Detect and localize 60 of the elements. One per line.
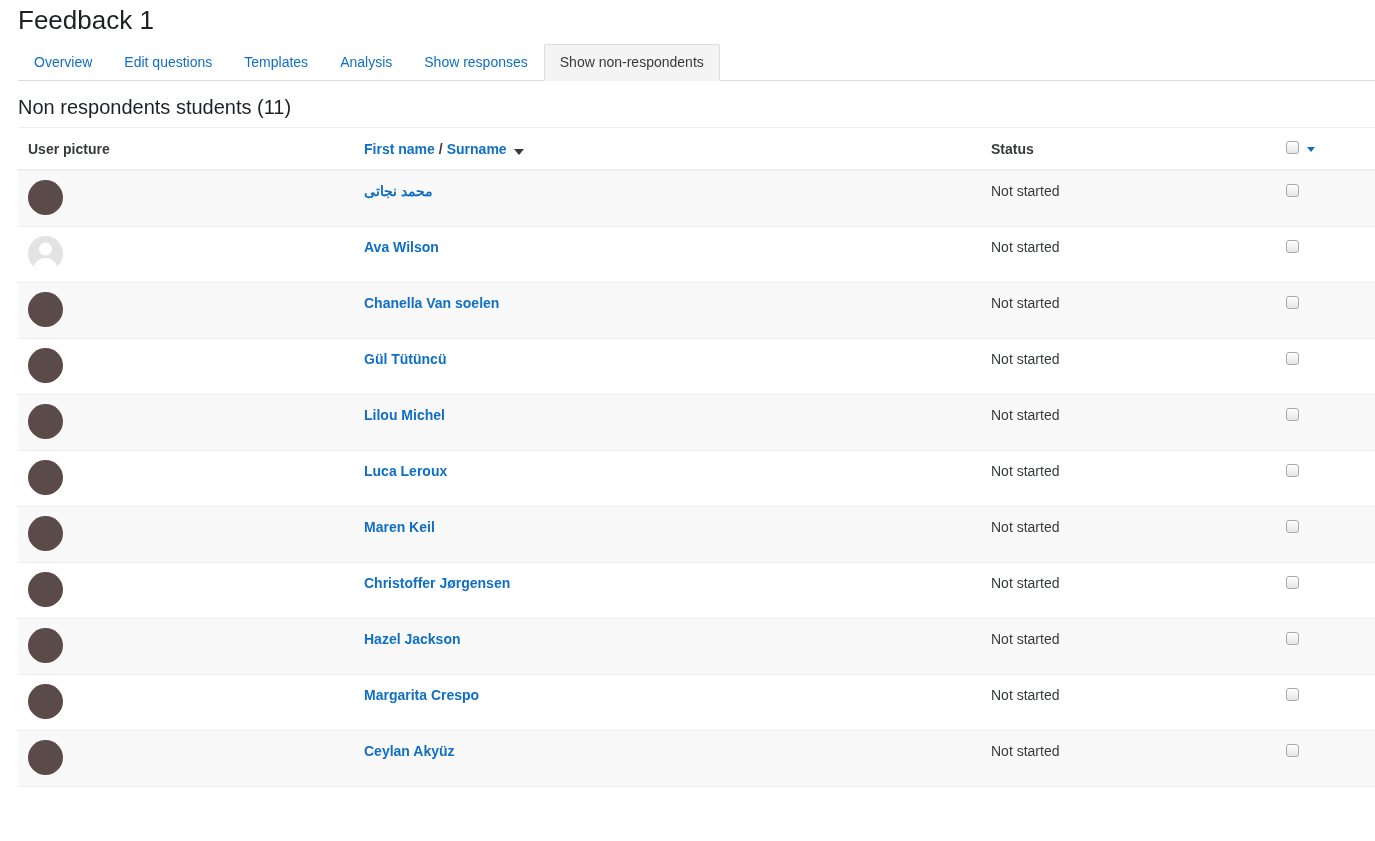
user-name-link[interactable]: Ava Wilson [364, 239, 439, 255]
tab[interactable]: Show non-respondents [543, 44, 720, 81]
checkbox[interactable] [1286, 184, 1299, 197]
checkbox[interactable] [1286, 240, 1299, 253]
user-name-link[interactable]: Christoffer Jørgensen [364, 575, 511, 591]
avatar-photo-placeholder [28, 572, 63, 607]
avatar-photo-placeholder [28, 460, 63, 495]
checkbox[interactable] [1286, 744, 1299, 757]
sort-link[interactable]: First name [364, 140, 435, 157]
status-text: Not started [991, 687, 1060, 703]
tab[interactable]: Overview [18, 44, 109, 81]
status-text: Not started [991, 463, 1060, 479]
default-avatar-icon [28, 236, 63, 271]
avatar-photo-placeholder [28, 684, 63, 719]
checkbox[interactable] [1286, 632, 1299, 645]
avatar-photo-placeholder [28, 516, 63, 551]
user-name-link[interactable]: Lilou Michel [364, 407, 445, 423]
status-text: Not started [991, 519, 1060, 535]
avatar-photo-placeholder [28, 628, 63, 663]
user-name-link[interactable]: Maren Keil [364, 519, 435, 535]
page-title: Feedback 1 [18, 4, 155, 37]
status-text: Not started [991, 407, 1060, 423]
status-text: Not started [991, 351, 1060, 367]
status-text: Not started [991, 575, 1060, 591]
status-text: Not started [991, 743, 1060, 759]
user-name-link[interactable]: Margarita Crespo [364, 687, 480, 703]
checkbox[interactable] [1286, 576, 1299, 589]
column-header: User picture [28, 140, 110, 157]
checkbox[interactable] [1286, 408, 1299, 421]
avatar-photo-placeholder [28, 404, 63, 439]
section-heading: Non respondents students (11) [18, 95, 293, 120]
sort-link[interactable]: Surname [446, 140, 507, 157]
sort-descending-icon [513, 148, 524, 155]
checkbox[interactable] [1286, 296, 1299, 309]
avatar-photo-placeholder [28, 348, 63, 383]
status-text: Not started [991, 183, 1060, 199]
user-name-link[interactable]: محمد نجاتی [364, 183, 433, 199]
checkbox[interactable] [1286, 352, 1299, 365]
user-name-link[interactable]: Gül Tütüncü [364, 351, 447, 367]
checkbox[interactable] [1286, 688, 1299, 701]
column-header: Status [991, 140, 1034, 157]
checkbox[interactable] [1286, 464, 1299, 477]
user-name-link[interactable]: Hazel Jackson [364, 631, 461, 647]
checkbox[interactable] [1286, 140, 1299, 154]
status-text: Not started [991, 631, 1060, 647]
user-name-link[interactable]: Chanella Van soelen [364, 295, 500, 311]
tab[interactable]: Show responses [408, 44, 544, 81]
avatar-photo-placeholder [28, 292, 63, 327]
separator-text: / [438, 140, 443, 157]
checkbox[interactable] [1286, 520, 1299, 533]
dropdown-caret-icon[interactable] [1307, 146, 1315, 152]
avatar-photo-placeholder [28, 740, 63, 775]
user-name-link[interactable]: Luca Leroux [364, 463, 448, 479]
avatar-photo-placeholder [28, 180, 63, 215]
status-text: Not started [991, 239, 1060, 255]
user-name-link[interactable]: Ceylan Akyüz [364, 743, 455, 759]
tab[interactable]: Analysis [324, 44, 409, 81]
tab[interactable]: Templates [228, 44, 325, 81]
tab[interactable]: Edit questions [108, 44, 229, 81]
status-text: Not started [991, 295, 1060, 311]
